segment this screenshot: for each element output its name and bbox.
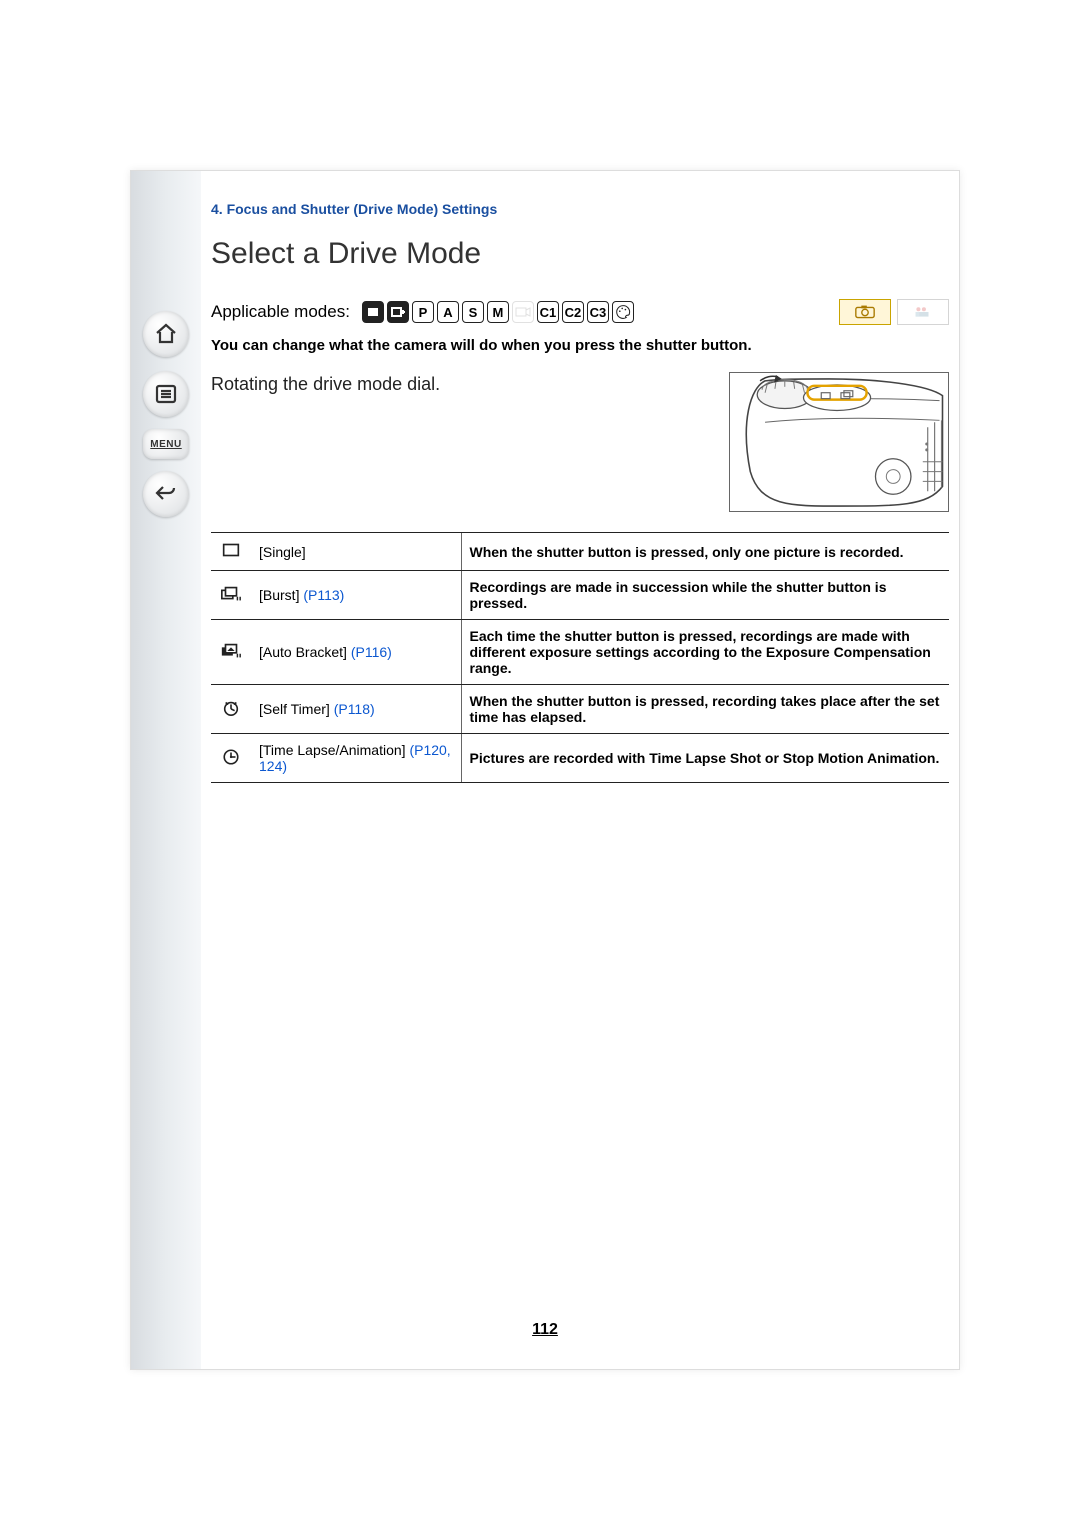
burst-icon [211,571,251,620]
chapter-heading: 4. Focus and Shutter (Drive Mode) Settin… [211,201,949,217]
page-ref-link[interactable]: (P116) [351,644,392,660]
mode-movie-icon [512,301,534,323]
bracket-icon [211,620,251,685]
drive-modes-table: [Single] When the shutter button is pres… [211,532,949,783]
nav-back-button[interactable] [143,471,189,517]
mode-name: [Auto Bracket] [259,644,347,660]
mode-c2-icon: C2 [562,301,584,323]
mode-desc: When the shutter button is pressed, only… [461,533,949,571]
timelapse-icon [211,734,251,783]
drive-dial-illustration [729,372,949,512]
mode-iaplus-icon [387,301,409,323]
mode-ia-icon [362,301,384,323]
nav-home-button[interactable] [143,311,189,357]
video-capture-icon [897,299,949,325]
list-icon [154,382,178,406]
mode-desc: Recordings are made in succession while … [461,571,949,620]
mode-name: [Burst] [259,587,299,603]
mode-desc: Each time the shutter button is pressed,… [461,620,949,685]
instruction-row: Rotating the drive mode dial. [211,372,949,512]
applicable-modes-label: Applicable modes: [211,302,350,322]
intro-text: You can change what the camera will do w… [211,337,949,354]
mode-a-icon: A [437,301,459,323]
dial-svg [730,373,948,511]
mode-name: [Single] [259,544,306,560]
mode-desc: When the shutter button is pressed, reco… [461,685,949,734]
applicable-modes-row: Applicable modes: P A S M C1 C2 C3 [211,299,949,325]
home-icon [154,322,178,346]
page-content: 4. Focus and Shutter (Drive Mode) Settin… [211,201,949,783]
table-row: [Auto Bracket] (P116) Each time the shut… [211,620,949,685]
table-row: [Self Timer] (P118) When the shutter but… [211,685,949,734]
table-row: [Time Lapse/Animation] (P120, 124) Pictu… [211,734,949,783]
still-capture-icon [839,299,891,325]
capture-mode-icons [839,299,949,325]
manual-page: MENU 4. Focus and Shutter (Drive Mode) S… [130,170,960,1370]
page-number: 112 [131,1321,959,1339]
table-row: [Single] When the shutter button is pres… [211,533,949,571]
mode-s-icon: S [462,301,484,323]
nav-contents-button[interactable] [143,371,189,417]
mode-name: [Time Lapse/Animation] [259,742,406,758]
page-title: Select a Drive Mode [211,237,949,271]
mode-icons-group: P A S M C1 C2 C3 [362,301,634,323]
page-ref-link[interactable]: (P118) [334,701,375,717]
step-text: Rotating the drive mode dial. [211,372,709,395]
mode-name: [Self Timer] [259,701,330,717]
nav-menu-button[interactable]: MENU [143,429,189,459]
mode-c1-icon: C1 [537,301,559,323]
mode-creative-icon [612,301,634,323]
sidebar-band: MENU [131,171,201,1369]
back-arrow-icon [154,482,178,506]
mode-m-icon: M [487,301,509,323]
mode-c3-icon: C3 [587,301,609,323]
mode-p-icon: P [412,301,434,323]
single-icon [211,533,251,571]
table-row: [Burst] (P113) Recordings are made in su… [211,571,949,620]
menu-label: MENU [150,439,181,450]
page-ref-link[interactable]: (P113) [303,587,344,603]
mode-desc: Pictures are recorded with Time Lapse Sh… [461,734,949,783]
timer-icon [211,685,251,734]
